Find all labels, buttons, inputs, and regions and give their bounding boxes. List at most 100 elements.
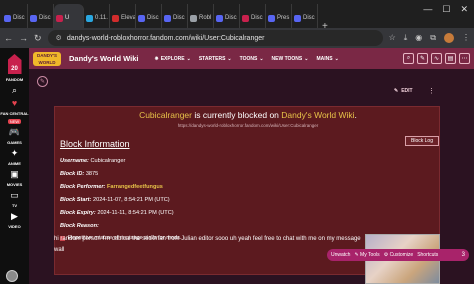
chevron-down-icon: ⌄ <box>304 55 309 62</box>
user-avatar[interactable] <box>6 270 18 282</box>
shortcuts-button[interactable]: Shortcuts <box>417 252 438 258</box>
tab-label: Disc <box>13 15 25 21</box>
chevron-down-icon: ⌄ <box>227 55 232 62</box>
block-info-title: Block Information <box>60 139 130 149</box>
edit-pencil-icon[interactable]: ✎ <box>37 76 48 87</box>
username-row: Username: Cubicalranger <box>60 158 126 164</box>
games-label[interactable]: GAMES <box>7 140 22 145</box>
wiki-name[interactable]: Dandy's World Wiki <box>69 54 139 63</box>
tab-label: Robl <box>199 15 212 21</box>
forward-icon[interactable]: → <box>19 33 28 43</box>
anime-icon[interactable]: ✦ <box>11 148 19 158</box>
pencil-icon: ✎ <box>394 88 399 94</box>
nav-new-toons[interactable]: NEW TOONS ⌄ <box>272 56 309 62</box>
blocked-user-link[interactable]: Cubicalranger <box>139 110 192 120</box>
maximize-icon[interactable]: ☐ <box>442 4 450 15</box>
tv-label[interactable]: TV <box>12 203 17 208</box>
nav-starters[interactable]: STARTERS ⌄ <box>199 56 232 62</box>
movies-label[interactable]: MOVIES <box>7 182 23 187</box>
wrench-icon: ✎ <box>354 252 359 258</box>
block-log-button[interactable]: Block Log <box>405 136 439 146</box>
chevron-down-icon: ⌄ <box>334 55 339 62</box>
address-bar[interactable]: ⚙ dandys-world-robloxhorror.fandom.com/w… <box>47 30 383 46</box>
toolbar-pill: Unwatch ✎ My Tools ⚙ Customize Shortcuts… <box>327 249 469 261</box>
block-start-row: Block Start: 2024-11-07, 8:54:21 PM (UTC… <box>60 197 170 203</box>
edit-button[interactable]: ✎ EDIT <box>394 88 413 94</box>
tab-favicon-icon <box>4 14 11 22</box>
wiki-link[interactable]: Dandy's World Wiki <box>281 110 354 120</box>
reload-icon[interactable]: ↻ <box>34 33 42 44</box>
nav-explore[interactable]: ✵ EXPLORE ⌄ <box>155 56 191 62</box>
video-icon[interactable]: ▶ <box>11 211 18 221</box>
wiki-more-icon[interactable]: ⋯ <box>459 53 470 64</box>
tab-label: Pres <box>277 15 290 21</box>
tab-favicon-icon <box>242 14 249 22</box>
download-icon[interactable]: ⤓ <box>404 33 408 43</box>
games-icon[interactable]: 🎮 <box>9 127 20 137</box>
notification-count[interactable]: 3 <box>462 252 465 258</box>
performer-link[interactable]: Farrangedfeetfungus <box>107 184 163 190</box>
page-content: 20 FANDOM ⌕ ♥ FAN CENTRAL NEW 🎮 GAMES ✦ … <box>0 48 474 284</box>
tab-favicon-icon <box>294 14 301 22</box>
chevron-down-icon: ⌄ <box>259 55 264 62</box>
tab-label: Disc <box>251 15 263 21</box>
close-window-icon[interactable]: ✕ <box>460 4 468 15</box>
url-text: dandys-world-robloxhorror.fandom.com/wik… <box>66 34 265 42</box>
menu-icon[interactable]: ⋮ <box>462 33 470 43</box>
wiki-discussions-icon[interactable]: ▤ <box>445 53 456 64</box>
bookmark-star-icon[interactable]: ☆ <box>389 33 396 43</box>
performer-row: Block Performer: Farrangedfeetfungus <box>60 184 163 190</box>
gear-icon: ⚙ <box>383 252 389 258</box>
wiki-search-icon[interactable]: ⌕ <box>403 53 414 64</box>
blocked-url: https://dandys-world-robloxhorror.fandom… <box>177 123 319 128</box>
nav-toons[interactable]: TOONS ⌄ <box>240 56 264 62</box>
fan-central-icon[interactable]: ♥ <box>12 98 17 108</box>
user-message: hi random person I'm cubical the stickma… <box>54 236 361 253</box>
unwatch-button[interactable]: Unwatch <box>331 252 350 258</box>
blocked-heading: Cubicalranger is currently blocked on Da… <box>139 110 357 120</box>
site-info-icon[interactable]: ⚙ <box>56 34 62 42</box>
movies-icon[interactable]: ▣ <box>10 169 19 179</box>
tab-favicon-icon <box>216 14 223 22</box>
tab-label: Disc <box>147 15 159 21</box>
back-icon[interactable]: ← <box>4 33 13 43</box>
tab-favicon-icon <box>112 14 119 22</box>
more-actions-icon[interactable]: ⋮ <box>428 87 435 95</box>
tab-favicon-icon <box>56 14 63 22</box>
wiki-header: DANDY'S WORLD Dandy's World Wiki ✵ EXPLOR… <box>29 48 474 69</box>
browser-toolbar: ← → ↻ ⚙ dandys-world-robloxhorror.fandom… <box>0 28 474 48</box>
account-avatar[interactable] <box>444 33 454 43</box>
tab-favicon-icon <box>138 14 145 22</box>
tab-label: Disc <box>173 15 185 21</box>
fandom-label: FANDOM <box>5 77 24 82</box>
tab-label: U <box>65 15 70 21</box>
tab-favicon-icon <box>190 14 197 22</box>
extensions-icon[interactable]: ⧉ <box>430 33 436 43</box>
tab-label: 0.11. <box>95 15 108 21</box>
fandom-rail: 20 FANDOM ⌕ ♥ FAN CENTRAL NEW 🎮 GAMES ✦ … <box>0 48 29 284</box>
my-tools-button[interactable]: ✎ My Tools <box>354 252 379 258</box>
tab-label: Disc <box>225 15 237 21</box>
minimize-icon[interactable]: — <box>423 4 432 15</box>
search-icon[interactable]: ⌕ <box>12 85 17 95</box>
tab-label: Eleva <box>121 15 136 21</box>
fan-central-label[interactable]: FAN CENTRAL <box>0 111 28 116</box>
chevron-down-icon: ⌄ <box>186 55 191 62</box>
wiki-edit-icon[interactable]: ✎ <box>417 53 428 64</box>
tab-label: Disc <box>303 15 315 21</box>
wiki-logo[interactable]: DANDY'S WORLD <box>33 51 61 66</box>
tab-favicon-icon <box>86 14 93 22</box>
block-id-row: Block ID: 3875 <box>60 171 99 177</box>
nav-mains[interactable]: MAINS ⌄ <box>316 56 338 62</box>
block-reason-row: Block Reason: <box>60 223 99 229</box>
customize-button[interactable]: ⚙ Customize <box>384 252 414 258</box>
new-badge: NEW <box>7 119 22 124</box>
wiki-activity-icon[interactable]: ∿ <box>431 53 442 64</box>
anime-label[interactable]: ANIME <box>8 161 21 166</box>
profile-icon[interactable]: ◉ <box>415 33 422 43</box>
tab-favicon-icon <box>30 14 37 22</box>
video-label[interactable]: VIDEO <box>8 224 20 229</box>
block-expiry-row: Block Expiry: 2024-11-11, 8:54:21 PM (UT… <box>60 210 174 216</box>
fandom-logo[interactable]: 20 <box>7 54 22 74</box>
tv-icon[interactable]: ▭ <box>10 190 19 200</box>
